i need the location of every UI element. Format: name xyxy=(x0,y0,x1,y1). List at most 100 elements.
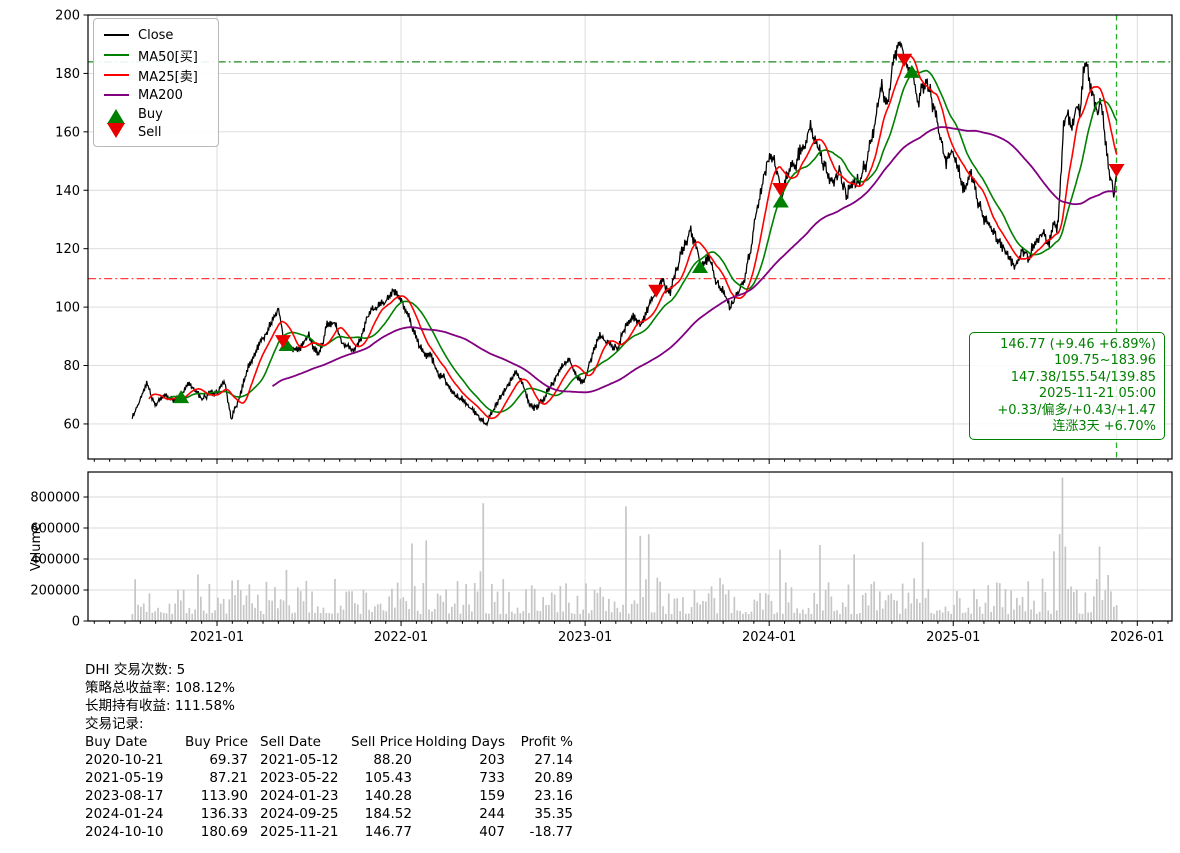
volume-bar xyxy=(933,614,935,621)
volume-bar xyxy=(890,594,892,622)
volume-bar xyxy=(388,596,390,621)
volume-bar xyxy=(913,578,915,621)
volume-bar xyxy=(745,612,747,621)
volume-bar xyxy=(417,611,419,621)
volume-bar xyxy=(357,605,359,622)
volume-bar xyxy=(183,590,185,622)
legend-label: Buy xyxy=(138,107,163,122)
volume-bar xyxy=(149,593,151,621)
volume-bar xyxy=(973,589,975,621)
volume-bar xyxy=(1076,589,1078,621)
table-cell: 2023-05-22 xyxy=(248,769,351,787)
volume-bar xyxy=(742,614,744,621)
ma200-line-swatch xyxy=(104,94,129,96)
volume-bar xyxy=(485,613,487,621)
table-cell: 88.20 xyxy=(351,751,415,769)
volume-bar xyxy=(685,614,687,621)
table-cell: 2024-10-10 xyxy=(85,823,180,841)
volume-bar xyxy=(756,601,758,621)
volume-bar xyxy=(582,610,584,622)
volume-tick-label: 800000 xyxy=(30,491,80,506)
volume-bar xyxy=(634,600,636,621)
volume-bar xyxy=(177,590,179,621)
volume-bar xyxy=(959,598,961,621)
volume-bar xyxy=(819,545,821,621)
volume-bar xyxy=(714,598,716,621)
volume-bar xyxy=(346,592,348,621)
volume-bar xyxy=(1073,592,1075,621)
volume-bar xyxy=(788,602,790,621)
legend-item-close: Close xyxy=(104,25,208,45)
volume-bar xyxy=(776,612,778,621)
volume-bar xyxy=(440,596,442,622)
volume-bar xyxy=(220,604,222,621)
volume-bar xyxy=(614,602,616,621)
volume-bar xyxy=(271,601,273,621)
quote-info-box: 146.77 (+9.46 +6.89%) 109.75~183.96 147.… xyxy=(969,332,1165,440)
volume-bar xyxy=(545,605,547,621)
buy-marker xyxy=(773,194,789,207)
table-cell: 2024-01-23 xyxy=(248,787,351,805)
volume-bar xyxy=(434,609,436,621)
volume-bar xyxy=(599,587,601,621)
volume-bar xyxy=(908,593,910,621)
volume-bar xyxy=(411,544,413,622)
volume-bar xyxy=(970,614,972,621)
volume-bar xyxy=(191,614,193,621)
volume-bar xyxy=(277,608,279,621)
volume-bar xyxy=(779,550,781,621)
volume-bar xyxy=(534,589,536,621)
legend-label: Close xyxy=(138,28,173,43)
volume-bar xyxy=(605,611,607,621)
volume-bar xyxy=(642,597,644,621)
volume-bar xyxy=(243,605,245,621)
volume-bar xyxy=(157,608,159,621)
volume-bar xyxy=(451,607,453,621)
table-cell: 159 xyxy=(415,787,509,805)
volume-bar xyxy=(428,609,430,621)
volume-bar xyxy=(408,609,410,621)
volume-bar xyxy=(203,611,205,622)
x-tick-label: 2026-01 xyxy=(1110,630,1164,645)
trade-count-line: DHI 交易次数: 5 xyxy=(85,661,575,679)
table-cell: 35.35 xyxy=(509,805,575,823)
volume-bar xyxy=(189,608,191,621)
table-cell: 69.37 xyxy=(180,751,248,769)
price-tick-label: 60 xyxy=(63,417,80,432)
volume-bar xyxy=(514,614,516,621)
volume-bar xyxy=(1082,614,1084,621)
volume-bar xyxy=(905,609,907,621)
volume-bar xyxy=(796,608,798,621)
volume-bar xyxy=(699,605,701,622)
volume-bar xyxy=(876,610,878,621)
volume-bar xyxy=(999,583,1001,621)
x-tick-label: 2025-01 xyxy=(926,630,980,645)
volume-bar xyxy=(662,606,664,621)
volume-bar xyxy=(537,611,539,621)
volume-bar xyxy=(976,599,978,621)
volume-bar xyxy=(565,583,567,621)
info-range: 109.75~183.96 xyxy=(978,353,1156,369)
volume-bar xyxy=(962,613,964,621)
volume-bar xyxy=(217,598,219,621)
volume-bar xyxy=(420,614,422,621)
hold-return-line: 长期持有收益: 111.58% xyxy=(85,697,575,715)
volume-bar xyxy=(1116,605,1118,621)
volume-bar xyxy=(251,603,253,621)
volume-bar xyxy=(602,597,604,621)
volume-bar xyxy=(928,589,930,621)
volume-bar xyxy=(1002,607,1004,621)
volume-bar xyxy=(542,597,544,621)
volume-bar xyxy=(639,536,641,621)
volume-bar xyxy=(802,610,804,622)
volume-bar xyxy=(146,612,148,621)
volume-bar xyxy=(885,600,887,621)
volume-bar xyxy=(862,595,864,621)
volume-bar xyxy=(628,614,630,621)
volume-bar xyxy=(497,592,499,621)
volume-bar xyxy=(423,583,425,621)
volume-bar xyxy=(377,604,379,621)
volume-bar xyxy=(768,595,770,621)
volume-bar xyxy=(194,610,196,622)
volume-bar xyxy=(879,592,881,622)
